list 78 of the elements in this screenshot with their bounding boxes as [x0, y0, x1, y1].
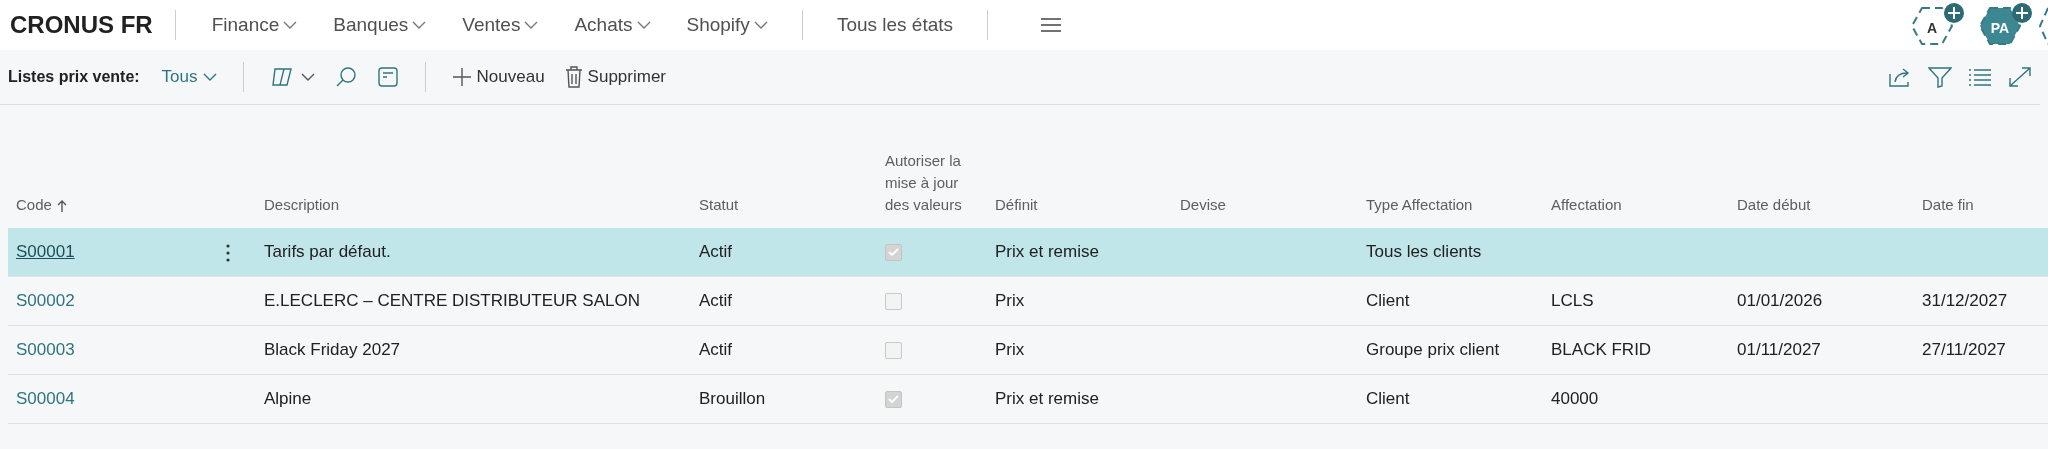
column-header[interactable]: Autoriser la mise à jour des valeurs: [877, 150, 977, 228]
filter-icon[interactable]: [1928, 66, 1952, 88]
checkbox[interactable]: [885, 390, 902, 408]
table-cell: Client: [1366, 291, 1410, 311]
checkbox[interactable]: [885, 341, 902, 359]
table-cell: E.LECLERC – CENTRE DISTRIBUTEUR SALON: [264, 291, 640, 311]
column-header[interactable]: Code: [8, 194, 217, 228]
table-cell: Tarifs par défaut.: [264, 242, 391, 262]
view-selector[interactable]: Tous: [151, 60, 227, 94]
menu-item[interactable]: Finance: [193, 10, 316, 40]
table-cell: 01/11/2027: [1737, 340, 1821, 360]
table-cell: 31/12/2027: [1922, 291, 2008, 311]
column-header[interactable]: Devise: [1172, 194, 1358, 228]
table-row[interactable]: S00003 Black Friday 2027 Actif Prix Groupe prix client BLACK FRID 01/11/2027 27/11/2027: [8, 326, 2048, 375]
table-cell: BLACK FRID: [1551, 340, 1652, 360]
chevron-down-icon: [283, 20, 298, 30]
code-link[interactable]: S00003: [16, 340, 75, 360]
chevron-down-icon: [524, 20, 539, 30]
chevron-down-icon: [202, 72, 217, 82]
table-cell: Prix: [995, 291, 1025, 311]
table-cell: 01/01/2026: [1737, 291, 1823, 311]
avatar-initials: PA: [1989, 18, 2011, 38]
check-icon: [888, 394, 899, 404]
table-cell: Prix: [995, 340, 1025, 360]
column-header[interactable]: Affectation: [1543, 194, 1729, 228]
chevron-down-icon: [412, 20, 427, 30]
table-cell: Tous les clients: [1366, 242, 1482, 262]
expand-icon[interactable]: [2008, 66, 2032, 88]
table-cell: Actif: [699, 291, 733, 311]
chevron-down-icon: [300, 72, 315, 82]
table-cell: Alpine: [264, 389, 312, 409]
table-cell: Brouillon: [699, 389, 766, 409]
table-cell: Black Friday 2027: [264, 340, 401, 360]
table-row[interactable]: S00004 Alpine Brouillon Prix et remise Client 40000: [8, 375, 2048, 424]
table-cell: 40000: [1551, 389, 1599, 409]
table-cell: Actif: [699, 340, 733, 360]
share-icon[interactable]: [1888, 66, 1912, 88]
list-icon[interactable]: [1968, 66, 1992, 88]
column-header[interactable]: Définit: [987, 194, 1172, 228]
column-header[interactable]: Type Affectation: [1358, 194, 1543, 228]
code-link[interactable]: S00004: [16, 389, 75, 409]
table-row[interactable]: S00002 E.LECLERC – CENTRE DISTRIBUTEUR SALON Actif Prix Client LCLS 01/01/2026 31/12/2027: [8, 277, 2048, 326]
menu-item[interactable]: Shopify: [668, 10, 786, 40]
menu-item[interactable]: Ventes: [444, 10, 557, 40]
plus-icon: [451, 67, 472, 87]
menu-item[interactable]: Banques: [315, 10, 445, 40]
column-header[interactable]: Description: [256, 194, 691, 228]
column-header[interactable]: Date fin: [1914, 194, 2048, 228]
layout-icon: [376, 66, 399, 88]
table-cell: Client: [1366, 389, 1410, 409]
table-cell: LCLS: [1551, 291, 1594, 311]
menu-item[interactable]: Tous les états: [818, 10, 972, 40]
sort-arrow-icon: [56, 199, 67, 214]
menu-item[interactable]: Achats: [556, 10, 669, 40]
code-link[interactable]: S00002: [16, 291, 75, 311]
code-link[interactable]: S00001: [16, 242, 75, 262]
avatar-initials: A: [1925, 18, 1939, 38]
table-cell: 27/11/2027: [1922, 340, 2006, 360]
check-icon: [888, 247, 899, 257]
page-title: Listes prix vente:: [8, 67, 140, 87]
chevron-down-icon: [636, 20, 651, 30]
delete-button[interactable]: Supprimer: [554, 60, 676, 94]
column-header[interactable]: Date début: [1729, 194, 1914, 228]
table-cell: Actif: [699, 242, 733, 262]
more-options-icon[interactable]: [225, 242, 231, 263]
table-cell: Prix et remise: [995, 242, 1099, 262]
column-header[interactable]: Statut: [691, 194, 877, 228]
trash-icon: [564, 66, 583, 88]
menu-icon: [1040, 17, 1063, 33]
table-cell: Groupe prix client: [1366, 340, 1500, 360]
company-name[interactable]: CRONUS FR: [10, 10, 176, 40]
chevron-down-icon: [753, 20, 768, 30]
table-cell: Prix et remise: [995, 389, 1099, 409]
table-row[interactable]: S00001 Tarifs par défaut. Actif Prix et remise Tous les clients: [8, 228, 2048, 277]
checkbox[interactable]: [885, 243, 902, 261]
checkbox[interactable]: [885, 292, 902, 310]
new-button[interactable]: Nouveau: [441, 60, 555, 94]
search-icon: [334, 66, 357, 88]
